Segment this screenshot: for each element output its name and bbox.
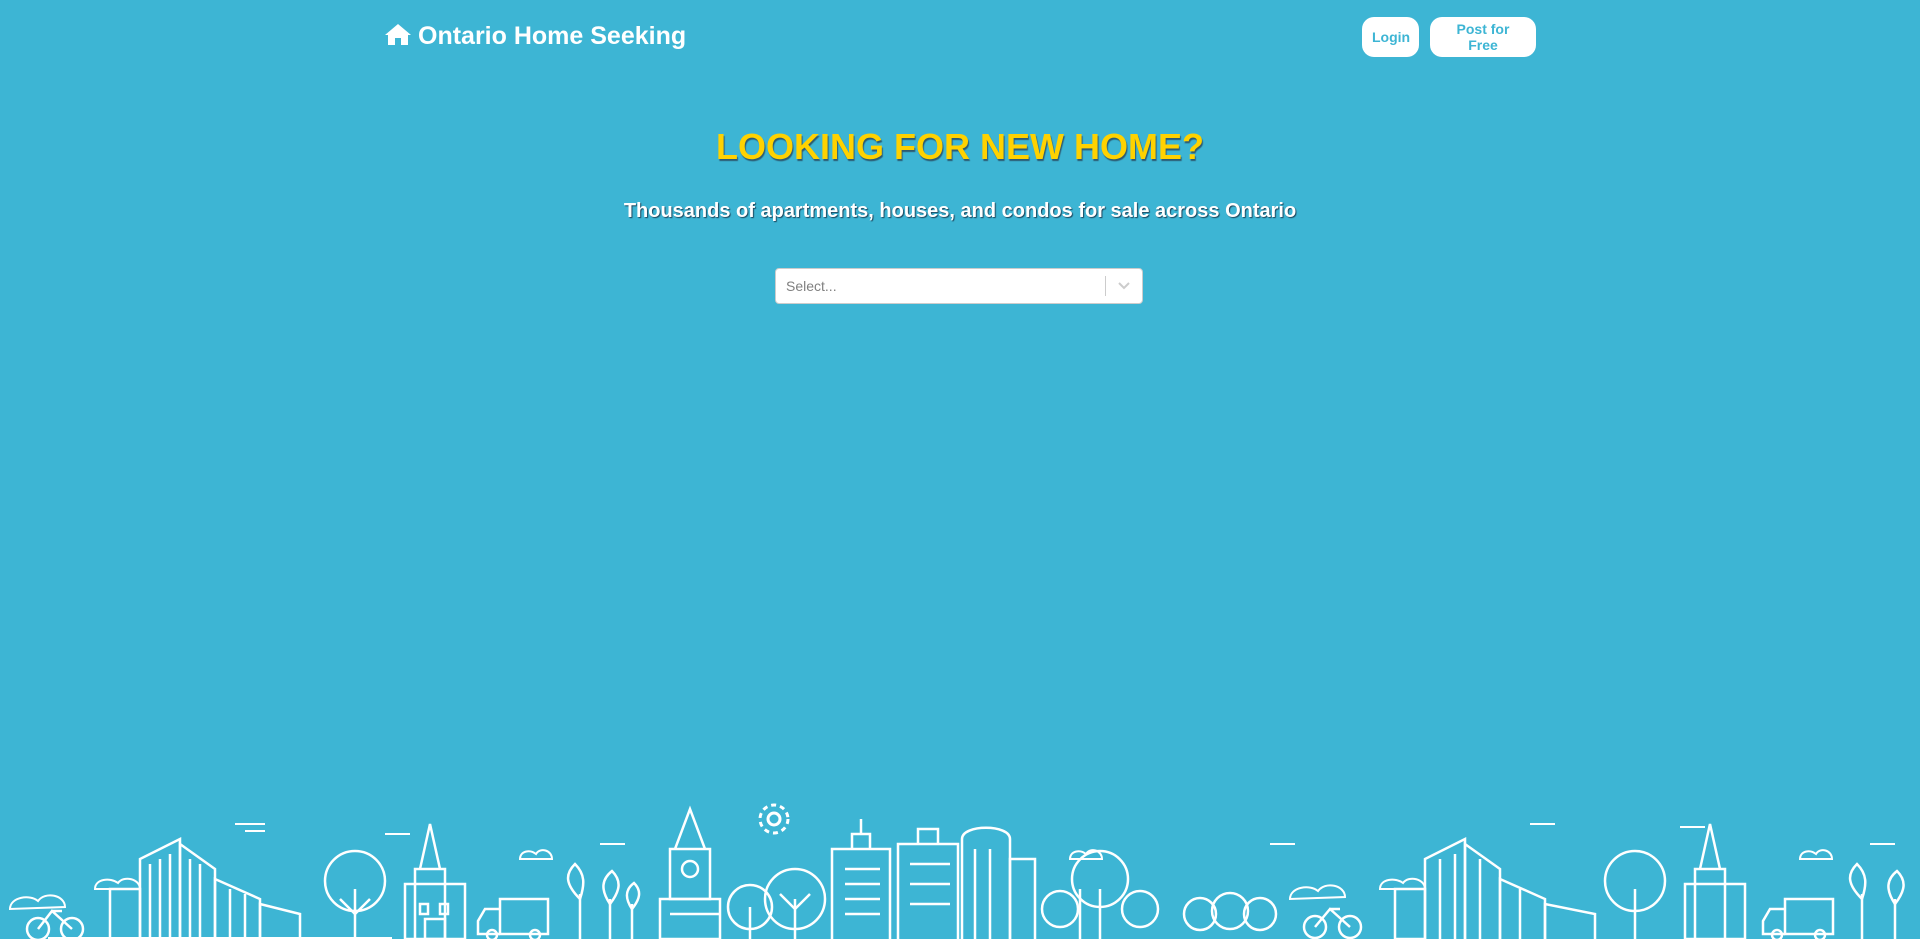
- select-placeholder: Select...: [786, 278, 837, 294]
- skyline-clouds: [8, 823, 1895, 911]
- skyline-tree-right: [1603, 849, 1667, 939]
- skyline-clock-tower-left: [403, 823, 467, 939]
- location-select[interactable]: Select...: [775, 268, 1143, 304]
- skyline-spinner: [758, 803, 790, 835]
- skyline-plants-left: [566, 862, 641, 939]
- brand-name: Ontario Home Seeking: [418, 22, 687, 50]
- skyline-center-buildings: [830, 819, 1037, 939]
- skyline-trees-center: [726, 867, 827, 939]
- hero-title: LOOKING FOR NEW HOME?: [716, 126, 1204, 167]
- chevron-down-icon[interactable]: [1106, 268, 1142, 304]
- home-icon: [384, 22, 412, 51]
- login-button[interactable]: Login: [1362, 17, 1419, 57]
- skyline-clock-tower-center: [658, 805, 722, 939]
- top-navbar: Ontario Home Seeking Login Post for Free: [0, 0, 1920, 75]
- city-skyline-illustration: [8, 803, 1905, 939]
- skyline-truck-left: [476, 897, 550, 939]
- skyline-bicycle-left: [25, 909, 85, 939]
- skyline-bicycle-right: [1302, 907, 1363, 939]
- skyline-plants-right: [1848, 862, 1905, 939]
- skyline-clock-tower-right: [1683, 823, 1747, 939]
- hero-subtitle: Thousands of apartments, houses, and con…: [623, 200, 1297, 222]
- post-for-free-button[interactable]: Post for Free: [1430, 17, 1536, 57]
- brand-logo[interactable]: Ontario Home Seeking: [384, 22, 686, 51]
- skyline-truck-right: [1761, 897, 1835, 939]
- skyline-tree-left: [323, 849, 387, 939]
- skyline-trees-right: [1040, 849, 1278, 939]
